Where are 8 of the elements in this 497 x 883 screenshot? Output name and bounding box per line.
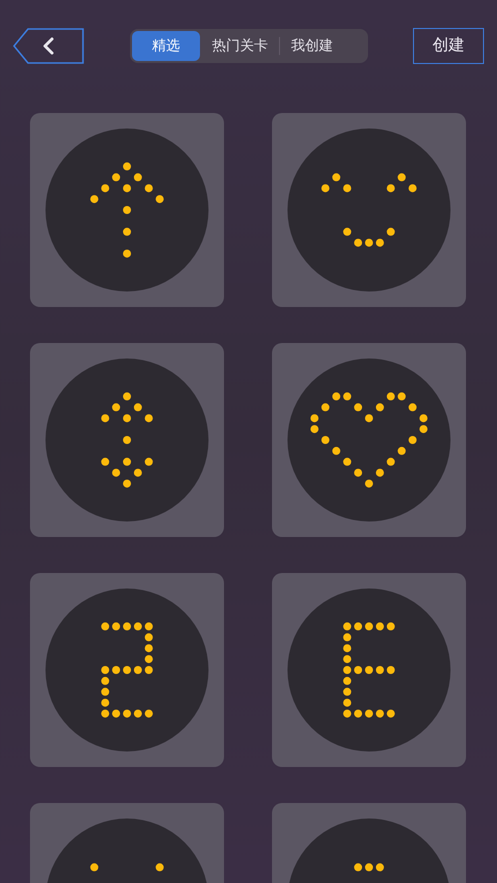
back-button[interactable] — [13, 28, 85, 64]
level-card[interactable] — [30, 573, 224, 767]
level-card[interactable] — [272, 343, 466, 537]
level-card[interactable] — [272, 573, 466, 767]
tab[interactable]: 热门关卡 — [201, 30, 279, 60]
tab[interactable]: 精选 — [132, 30, 200, 60]
create-button[interactable]: 创建 — [413, 28, 484, 64]
tab[interactable]: 我创建 — [280, 30, 344, 60]
